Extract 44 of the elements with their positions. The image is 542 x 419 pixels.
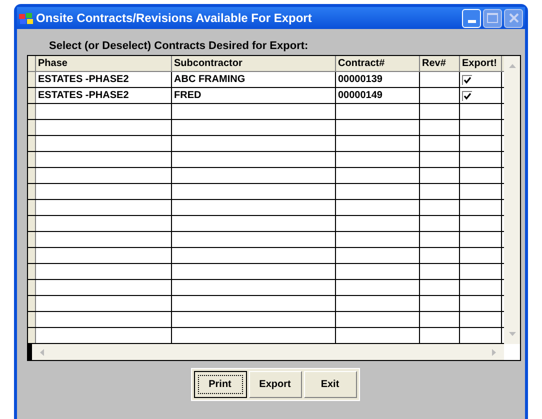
table-cell: ABC FRAMING — [172, 72, 336, 87]
maximize-icon — [487, 13, 498, 23]
column-header[interactable]: Contract# — [336, 56, 420, 71]
export-checkbox[interactable] — [462, 74, 472, 84]
horizontal-scrollbar[interactable] — [32, 344, 504, 360]
action-button[interactable]: Print — [194, 371, 246, 398]
instruction-text: Select (or Deselect) Contracts Desired for Export: — [48, 39, 310, 53]
app-icon — [19, 12, 33, 24]
action-button[interactable]: Exit — [304, 371, 356, 398]
row-selector[interactable] — [28, 328, 36, 343]
table-cell: ESTATES -PHASE2 — [36, 72, 172, 87]
column-header[interactable]: Export! — [460, 56, 502, 71]
action-button[interactable]: Export — [248, 371, 302, 398]
row-selector[interactable] — [28, 216, 36, 231]
table-cell: 00000139 — [336, 72, 420, 87]
maximize-button[interactable] — [483, 8, 502, 28]
vertical-scrollbar[interactable] — [504, 56, 520, 344]
row-selector[interactable] — [28, 248, 36, 263]
minimize-icon — [468, 20, 476, 22]
close-icon — [508, 13, 518, 23]
row-selector[interactable] — [28, 104, 36, 119]
window-title: Onsite Contracts/Revisions Available For Export — [36, 11, 313, 25]
table-cell: FRED — [172, 88, 336, 103]
minimize-button[interactable] — [462, 8, 481, 28]
column-header[interactable]: Subcontractor — [172, 56, 336, 71]
row-selector[interactable] — [28, 136, 36, 151]
row-selector[interactable] — [28, 72, 36, 87]
row-selector[interactable] — [28, 184, 36, 199]
column-header[interactable]: Phase — [36, 56, 172, 71]
row-selector[interactable] — [28, 264, 36, 279]
table-cell: 00000149 — [336, 88, 420, 103]
row-selector[interactable] — [28, 168, 36, 183]
export-checkbox[interactable] — [462, 90, 472, 100]
row-selector[interactable] — [28, 120, 36, 135]
row-selector[interactable] — [28, 200, 36, 215]
row-selector[interactable] — [28, 312, 36, 327]
row-selector[interactable] — [28, 88, 36, 103]
row-selector[interactable] — [28, 280, 36, 295]
table-cell: ESTATES -PHASE2 — [36, 88, 172, 103]
row-selector[interactable] — [28, 152, 36, 167]
column-header[interactable]: Rev# — [420, 56, 460, 71]
row-selector[interactable] — [28, 232, 36, 247]
row-selector[interactable] — [28, 296, 36, 311]
close-button[interactable] — [504, 8, 523, 28]
